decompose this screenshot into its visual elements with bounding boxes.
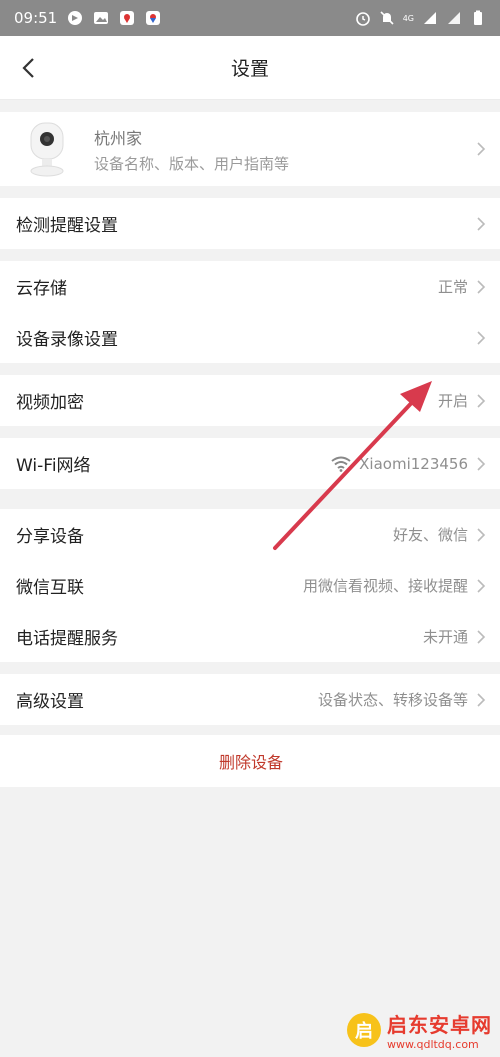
advanced-settings-row[interactable]: 高级设置 设备状态、转移设备等 [0,674,500,725]
wechat-link-row[interactable]: 微信互联 用微信看视频、接收提醒 [0,560,500,611]
bell-off-icon [379,10,395,26]
page-title: 设置 [230,58,269,80]
device-info-row[interactable]: 杭州家 设备名称、版本、用户指南等 [0,112,500,186]
video-encryption-row[interactable]: 视频加密 开启 [0,375,500,426]
storage-group: 云存储 正常 设备录像设置 [0,261,500,363]
nav-bar: 设置 [0,36,500,100]
share-group: 分享设备 好友、微信 微信互联 用微信看视频、接收提醒 电话提醒服务 未开通 [0,509,500,662]
battery-icon [470,10,486,26]
chevron-right-icon [476,330,486,346]
row-value: 设备状态、转移设备等 [317,691,468,709]
device-name: 杭州家 [94,128,143,148]
chevron-right-icon [476,578,486,594]
signal-4g-icon [422,10,438,26]
delete-device-button[interactable]: 删除设备 [0,735,500,787]
row-value: 开启 [437,392,468,410]
detection-settings-row[interactable]: 检测提醒设置 [0,198,500,249]
watermark-url: www.qdltdq.com [387,1038,479,1051]
device-subtitle: 设备名称、版本、用户指南等 [94,154,290,173]
watermark: 启 启东安卓网 www.qdltdq.com [347,1009,492,1051]
row-label: 云存储 [16,279,67,299]
alarm-icon [355,10,371,26]
chevron-left-icon [22,58,34,78]
row-label: Wi-Fi网络 [16,456,91,476]
chevron-right-icon [476,279,486,295]
status-bar: 09:51 4G [0,0,500,36]
wifi-network-row[interactable]: Wi-Fi网络 Xiaomi123456 [0,438,500,489]
status-time: 09:51 [14,9,58,27]
chevron-right-icon [476,456,486,472]
share-device-row[interactable]: 分享设备 好友、微信 [0,509,500,560]
network-type-label: 4G [402,13,414,23]
camera-device-icon [18,120,76,178]
chevron-right-icon [476,141,486,157]
chevron-right-icon [476,629,486,645]
cloud-storage-row[interactable]: 云存储 正常 [0,261,500,312]
row-label: 微信互联 [16,578,84,598]
signal-icon [446,10,462,26]
app-icon [67,10,83,26]
row-value: 用微信看视频、接收提醒 [302,577,468,595]
map-pin-icon [119,10,135,26]
row-label: 检测提醒设置 [16,216,118,236]
chevron-right-icon [476,216,486,232]
encryption-group: 视频加密 开启 [0,375,500,426]
row-value: 未开通 [422,628,468,646]
wifi-icon [331,456,351,472]
phone-alert-row[interactable]: 电话提醒服务 未开通 [0,611,500,662]
watermark-logo-icon: 启 [347,1013,381,1047]
row-value: 正常 [437,278,468,296]
delete-group: 删除设备 [0,735,500,787]
row-label: 视频加密 [16,393,84,413]
advanced-group: 高级设置 设备状态、转移设备等 [0,674,500,725]
row-label: 电话提醒服务 [16,629,118,649]
chevron-right-icon [476,692,486,708]
row-label: 分享设备 [16,527,84,547]
back-button[interactable] [10,50,46,86]
device-group: 杭州家 设备名称、版本、用户指南等 [0,112,500,186]
row-value: 好友、微信 [392,526,468,544]
wifi-group: Wi-Fi网络 Xiaomi123456 [0,438,500,489]
chevron-right-icon [476,527,486,543]
recording-settings-row[interactable]: 设备录像设置 [0,312,500,363]
wifi-ssid: Xiaomi123456 [359,454,468,473]
map-pin-icon [145,10,161,26]
chevron-right-icon [476,393,486,409]
image-icon [93,10,109,26]
detection-group: 检测提醒设置 [0,198,500,249]
row-label: 设备录像设置 [16,330,118,350]
delete-device-label: 删除设备 [218,753,283,772]
row-label: 高级设置 [16,692,84,712]
watermark-title: 启东安卓网 [387,1013,492,1037]
